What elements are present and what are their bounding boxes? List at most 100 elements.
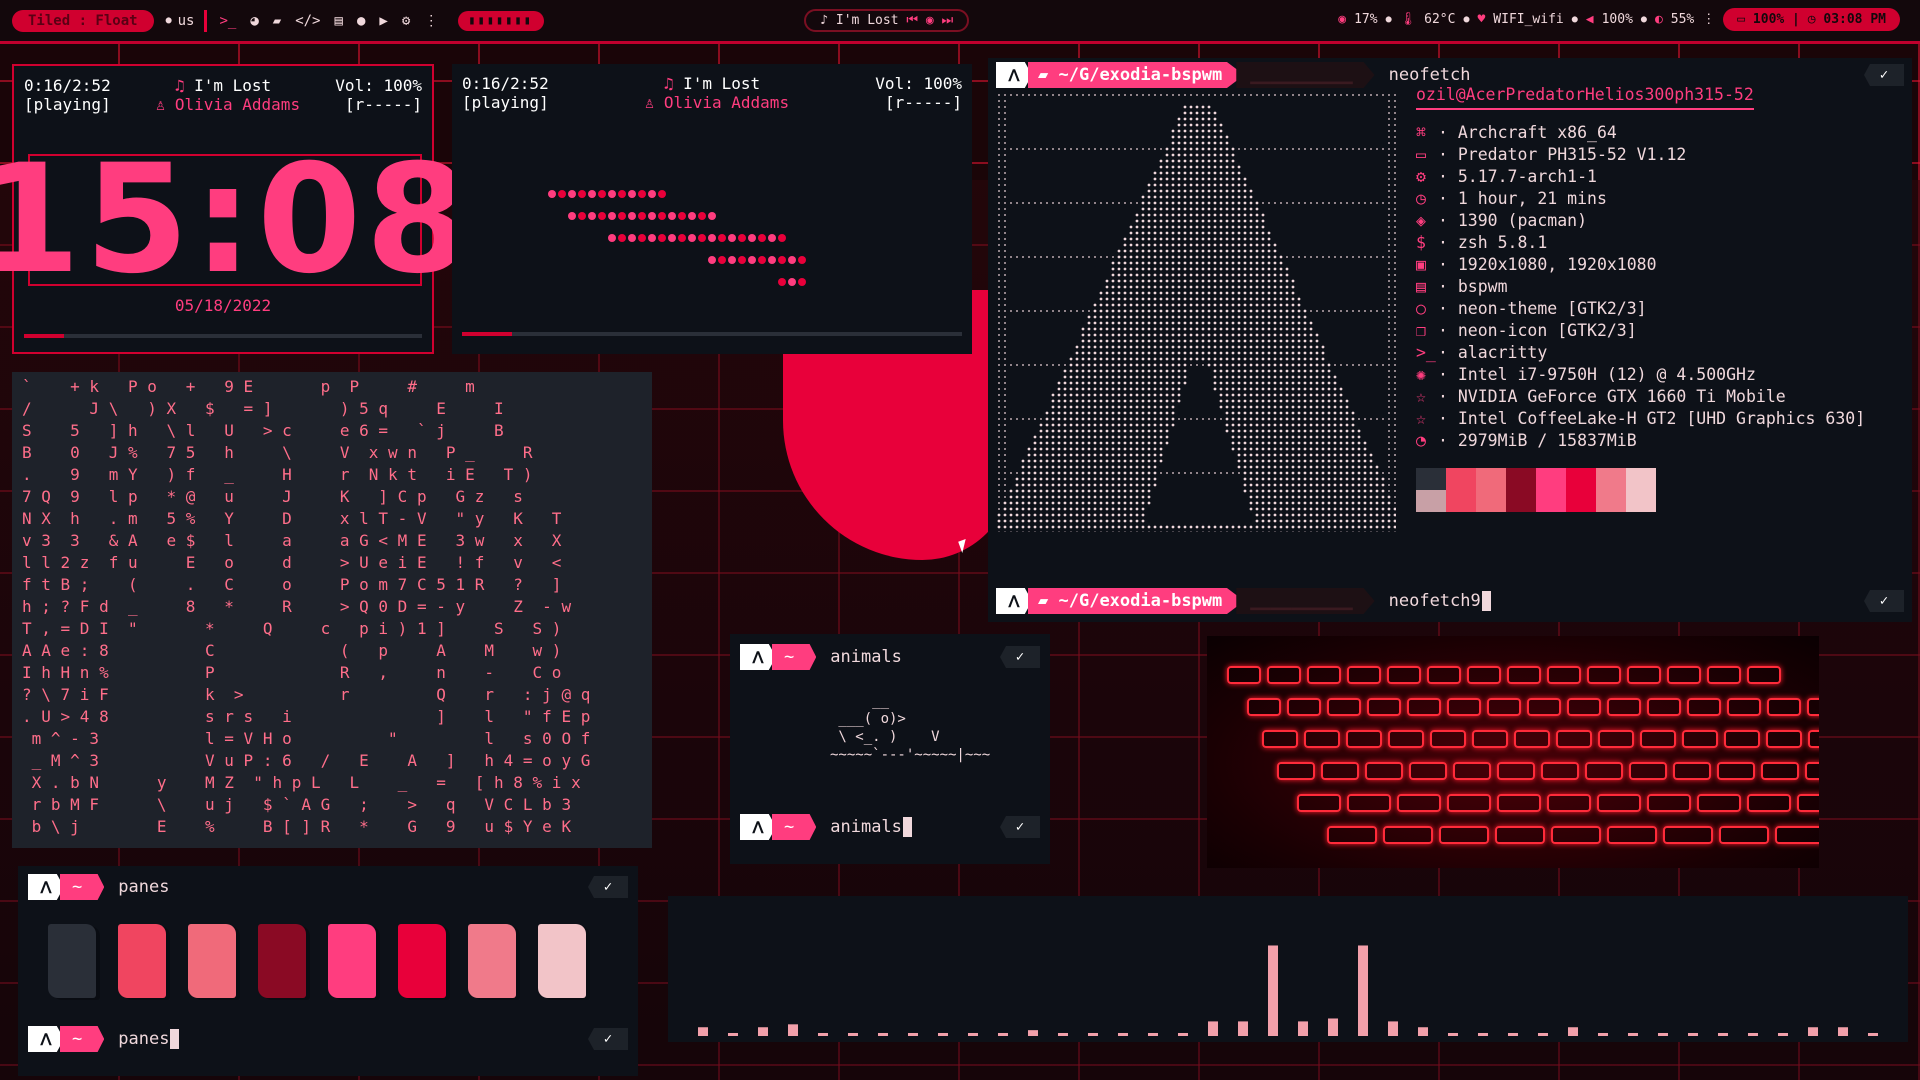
arch-icon: ᐱ — [28, 1026, 64, 1052]
next-icon[interactable]: ⏭ — [942, 13, 954, 28]
notes-icon[interactable]: ▤ — [335, 13, 343, 29]
logo-dot — [1249, 411, 1253, 415]
progress-bar[interactable] — [24, 334, 422, 338]
logo-dot — [1195, 165, 1199, 169]
logo-dot — [1099, 483, 1103, 487]
progress-bar[interactable] — [462, 332, 962, 336]
logo-dot — [1273, 297, 1277, 301]
progress-fill — [462, 332, 512, 336]
logo-dot — [1382, 94, 1384, 96]
logo-dot — [1388, 478, 1390, 480]
info-text: · alacritty — [1438, 343, 1548, 362]
visualizer-bar — [1208, 1021, 1218, 1036]
keyboard-key — [1747, 794, 1791, 812]
check-icon: ✓ — [1000, 816, 1040, 838]
settings-icon[interactable]: ⚙ — [402, 13, 410, 29]
wifi-value[interactable]: WIFI_wifi — [1493, 12, 1563, 27]
logo-dot — [1214, 418, 1216, 420]
info-text: · neon-theme [GTK2/3] — [1438, 299, 1647, 318]
logo-dot — [1117, 255, 1121, 259]
logo-dot — [1057, 399, 1061, 403]
logo-dot — [1069, 447, 1073, 451]
logo-dot — [1171, 369, 1175, 373]
logo-dot — [1388, 166, 1390, 168]
folder-icon[interactable]: ▰ — [273, 13, 281, 29]
logo-dot — [1321, 489, 1325, 493]
matrix-terminal[interactable]: ` + k P o + 9 E p P # m / J \ ) X $ = ] … — [12, 372, 652, 848]
cursor — [902, 817, 912, 837]
prev-icon[interactable]: ⏮ — [906, 13, 918, 28]
menu-icon[interactable]: ⋮ — [1702, 12, 1715, 27]
logo-dot — [1135, 231, 1139, 235]
logo-dot — [1147, 309, 1151, 313]
logo-dot — [1058, 310, 1060, 312]
logo-dot — [1171, 285, 1175, 289]
logo-dot — [1376, 148, 1378, 150]
logo-dot — [1394, 172, 1396, 174]
logo-dot — [1147, 381, 1151, 385]
workspace-indicator[interactable]: ▮▮▮▮▮▮▮ — [458, 10, 545, 31]
youtube-icon[interactable]: ▶ — [379, 13, 387, 29]
logo-dot — [1051, 483, 1055, 487]
brightness-value[interactable]: 55% — [1671, 12, 1694, 27]
logo-dot — [1147, 465, 1151, 469]
more-icon[interactable]: ⋮ — [424, 13, 438, 29]
logo-dot — [1219, 351, 1223, 355]
command-input[interactable]: neofetch9 — [1389, 591, 1481, 611]
keyboard-key — [1597, 794, 1641, 812]
chat-icon[interactable]: ● — [357, 13, 365, 29]
logo-dot — [1375, 501, 1379, 505]
logo-dot — [1195, 201, 1199, 205]
logo-dot — [1273, 249, 1277, 253]
logo-dot — [1183, 327, 1187, 331]
command-input[interactable]: panes — [118, 1029, 169, 1049]
logo-dot — [1304, 94, 1306, 96]
logo-dot — [1213, 297, 1217, 301]
logo-dot — [1255, 309, 1259, 313]
logo-dot — [1231, 441, 1235, 445]
repeat-status[interactable]: [r-----] — [885, 93, 962, 112]
panes-terminal[interactable]: ᐱ ~ panes ✓ ᐱ ~ panes ✓ — [18, 866, 638, 1076]
animals-terminal[interactable]: ᐱ ~ animals ✓ __ ___( o)> \ <_. ) V ~~~~… — [730, 634, 1050, 864]
logo-dot — [1394, 136, 1396, 138]
battery-clock-pill[interactable]: ▭ 100% | ◷ 03:08 PM — [1723, 8, 1900, 31]
logo-dot — [1201, 525, 1205, 529]
keyboard-key — [1587, 666, 1621, 684]
logo-dot — [1189, 357, 1193, 361]
logo-dot — [1129, 273, 1133, 277]
logo-dot — [1345, 441, 1349, 445]
firefox-icon[interactable]: ◕ — [250, 13, 258, 29]
neofetch-terminal[interactable]: ᐱ ▰ ~/G/exodia-bspwm ▁▁▁▁▁▁▁▁▁▁ neofetch… — [988, 58, 1912, 622]
logo-dot — [1358, 256, 1360, 258]
logo-dot — [1219, 339, 1223, 343]
logo-dot — [1195, 237, 1199, 241]
logo-dot — [1225, 273, 1229, 277]
command-input[interactable]: animals — [830, 817, 902, 837]
repeat-status[interactable]: [r-----] — [345, 95, 422, 114]
keyboard-layout[interactable]: us — [178, 13, 195, 29]
volume-value[interactable]: 100% — [1602, 12, 1633, 27]
logo-dot — [1045, 447, 1049, 451]
logo-dot — [1153, 303, 1157, 307]
logo-dot — [1225, 147, 1229, 151]
logo-dot — [1340, 148, 1342, 150]
logo-dot — [1309, 339, 1313, 343]
logo-dot — [1165, 201, 1169, 205]
arch-icon: ᐱ — [996, 588, 1032, 614]
terminal-icon[interactable]: >_ — [219, 13, 236, 29]
logo-dot — [1267, 249, 1271, 253]
now-playing-pill[interactable]: ♪ I'm Lost ⏮ ◉ ⏭ — [804, 9, 970, 32]
logo-dot — [1249, 201, 1253, 205]
pause-icon[interactable]: ◉ — [926, 13, 934, 28]
logo-dot — [1213, 159, 1217, 163]
code-icon[interactable]: </> — [295, 13, 320, 29]
logo-dot — [1057, 513, 1061, 517]
logo-dot — [1129, 237, 1133, 241]
layout-pill[interactable]: Tiled : Float — [12, 9, 154, 32]
logo-dot — [1394, 178, 1396, 180]
logo-dot — [1202, 94, 1204, 96]
logo-dot — [1321, 369, 1325, 373]
logo-dot — [1237, 207, 1241, 211]
logo-dot — [1261, 441, 1265, 445]
logo-dot — [1388, 436, 1390, 438]
